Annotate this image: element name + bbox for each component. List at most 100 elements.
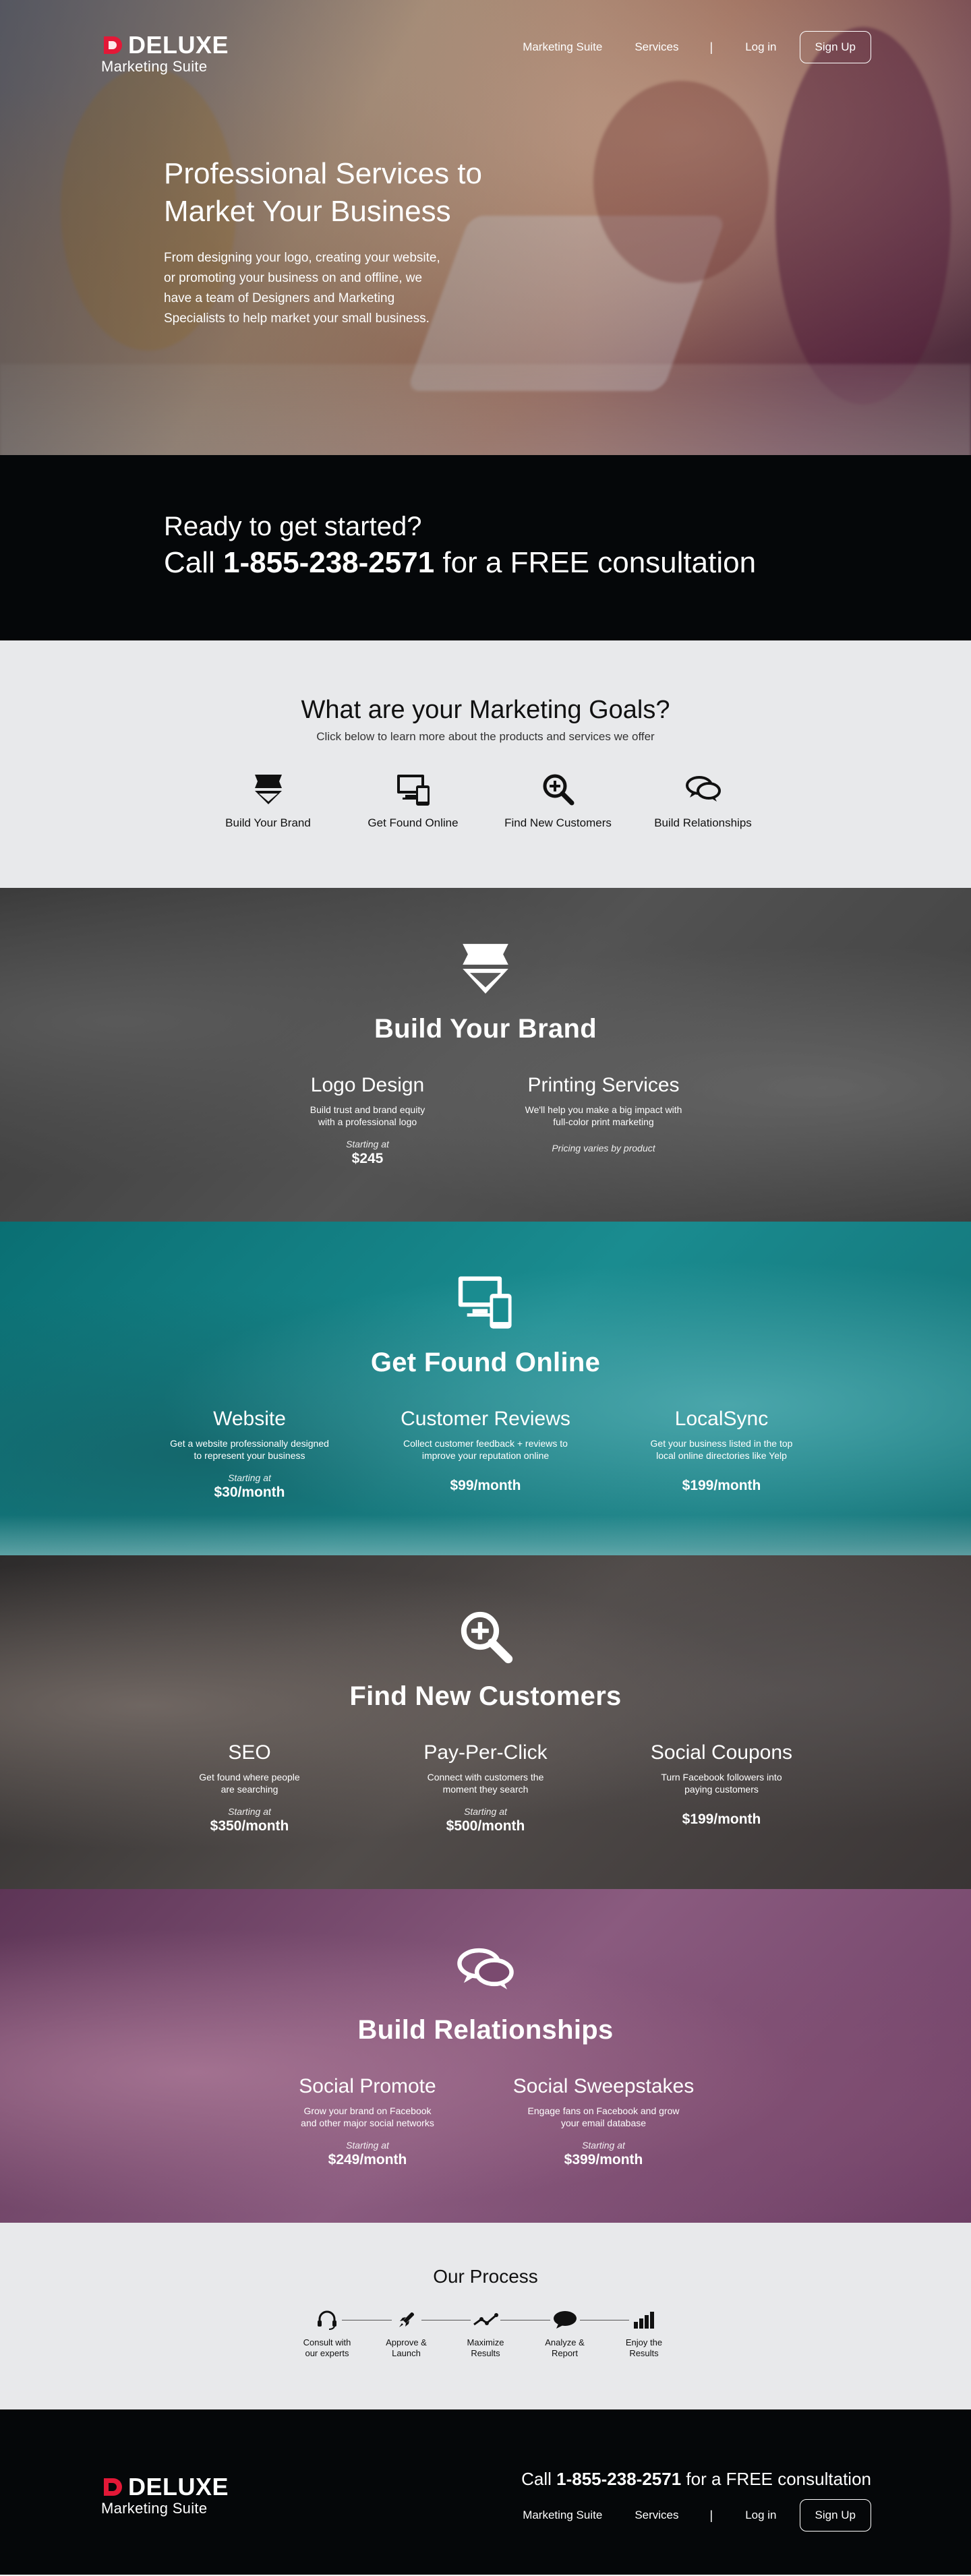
cta-heading: Ready to get started? [164, 512, 422, 541]
footer-nav-separator: | [709, 2508, 713, 2522]
product-list: Website Get a website professionally des… [0, 1408, 971, 1501]
logo-wordmark: DELUXE [128, 2473, 229, 2500]
footer-signup-button[interactable]: Sign Up [799, 2499, 871, 2532]
process-step: Maximize Results [448, 2308, 523, 2368]
product-description: Collect customer feedback + reviews to im… [403, 1438, 568, 1461]
product-name: Pay-Per-Click [423, 1741, 548, 1764]
product-localsync[interactable]: LocalSync Get your business listed in th… [604, 1408, 840, 1501]
footer-phone-link[interactable]: 1-855-238-2571 [556, 2469, 681, 2489]
rocket-icon [391, 2308, 421, 2332]
hero-title-line: Professional Services to [164, 157, 482, 190]
hero-description: From designing your logo, creating your … [164, 251, 440, 326]
process-step: Consult with our experts [290, 2308, 364, 2368]
hero-photo-person [593, 81, 769, 283]
footer: DELUXE Marketing Suite Call 1-855-238-25… [0, 2409, 971, 2575]
cta-phone-link[interactable]: 1-855-238-2571 [223, 546, 434, 579]
step-label: Approve & Launch [386, 2337, 427, 2358]
nav-services-link[interactable]: Services [635, 40, 678, 54]
footer-logo[interactable]: DELUXE Marketing Suite [101, 2473, 229, 2517]
step-label: Enjoy the Results [625, 2337, 663, 2358]
product-customer-reviews[interactable]: Customer Reviews Collect customer feedba… [367, 1408, 604, 1501]
product-name: Social Promote [299, 2075, 436, 2097]
signup-button[interactable]: Sign Up [799, 31, 871, 63]
product-price: $199/month [682, 1478, 761, 1493]
process-title: Our Process [433, 2266, 538, 2287]
goals-list: Build Your Brand Get Found Online Find N… [0, 769, 971, 830]
footer-login-link[interactable]: Log in [745, 2509, 776, 2522]
footer-nav: Marketing Suite Services | Log in Sign U… [521, 2499, 871, 2532]
trend-line-icon [471, 2308, 500, 2332]
process-section: Our Process Consult with our experts Appr… [0, 2223, 971, 2409]
product-description: Grow your brand on Facebook and other maj… [301, 2105, 434, 2128]
logo-subtitle: Marketing Suite [101, 2500, 208, 2517]
goals-subtitle: Click below to learn more about the prod… [316, 730, 655, 743]
top-navigation: DELUXE Marketing Suite Marketing Suite S… [0, 0, 971, 94]
cta-suffix: for a FREE consultation [434, 546, 757, 579]
product-list: Logo Design Build trust and brand equity… [0, 1074, 971, 1167]
nav-login-link[interactable]: Log in [745, 40, 776, 54]
section-title: Build Your Brand [374, 1014, 597, 1044]
nav-separator: | [709, 40, 713, 54]
cta-prefix: Call [164, 546, 224, 579]
goal-label: Build Relationships [654, 816, 752, 829]
product-name: Social Sweepstakes [512, 2075, 695, 2097]
product-printing-services[interactable]: Printing Services We'll help you make a … [486, 1074, 722, 1167]
product-pay-per-click[interactable]: Pay-Per-Click Connect with customers the… [367, 1741, 604, 1834]
pricing-note: Pricing varies by product [552, 1143, 655, 1154]
headset-icon [312, 2308, 342, 2332]
product-social-coupons[interactable]: Social Coupons Turn Facebook followers i… [604, 1741, 840, 1834]
goals-title: What are your Marketing Goals? [301, 696, 670, 724]
logo-subtitle: Marketing Suite [101, 58, 208, 75]
chat-bubbles-icon [683, 769, 724, 810]
product-price: $199/month [682, 1811, 761, 1827]
product-description: Engage fans on Facebook and grow your ema… [527, 2105, 680, 2128]
product-list: SEO Get found where people are searching … [0, 1741, 971, 1834]
brand-section: Build Your Brand Logo Design Build trust… [0, 888, 971, 1222]
goal-label: Get Found Online [367, 816, 459, 829]
starting-at-label: Starting at [582, 2140, 625, 2151]
devices-icon [394, 769, 432, 810]
product-name: Logo Design [310, 1074, 425, 1096]
footer-right: Call 1-855-238-2571 for a FREE consultat… [521, 2469, 871, 2532]
process-steps: Consult with our experts Approve & Launch … [290, 2308, 681, 2368]
product-name: SEO [228, 1741, 271, 1764]
section-title: Build Relationships [357, 2015, 614, 2045]
hero-text: Professional Services to Market Your Bus… [164, 155, 568, 329]
product-name: Printing Services [527, 1074, 680, 1096]
hero-section: DELUXE Marketing Suite Marketing Suite S… [0, 0, 971, 455]
product-social-sweepstakes[interactable]: Social Sweepstakes Engage fans on Facebo… [486, 2075, 722, 2168]
main-nav: Marketing Suite Services | Log in Sign U… [523, 31, 871, 63]
brand-badge-icon [0, 938, 971, 999]
logo[interactable]: DELUXE Marketing Suite [101, 33, 229, 76]
goal-label: Build Your Brand [225, 816, 311, 829]
product-website[interactable]: Website Get a website professionally des… [131, 1408, 367, 1501]
starting-at-label: Starting at [346, 1139, 389, 1149]
devices-icon [0, 1272, 971, 1333]
relationships-section: Build Relationships Social Promote Grow … [0, 1889, 971, 2223]
goal-build-relationships[interactable]: Build Relationships [630, 769, 775, 830]
goal-find-new-customers[interactable]: Find New Customers [486, 769, 630, 830]
product-name: Website [213, 1408, 286, 1430]
product-description: We'll help you make a big impact with ful… [525, 1104, 682, 1127]
goals-section: What are your Marketing Goals? Click bel… [0, 640, 971, 888]
product-price: $249/month [328, 2152, 407, 2167]
process-step: Enjoy the Results [607, 2308, 681, 2368]
step-label: Consult with our experts [303, 2337, 351, 2358]
step-label: Analyze & Report [545, 2337, 585, 2358]
nav-marketing-suite-link[interactable]: Marketing Suite [523, 40, 602, 54]
goal-build-brand[interactable]: Build Your Brand [196, 769, 341, 830]
product-social-promote[interactable]: Social Promote Grow your brand on Facebo… [249, 2075, 486, 2168]
product-logo-design[interactable]: Logo Design Build trust and brand equity… [249, 1074, 486, 1167]
step-label: Maximize Results [467, 2337, 504, 2358]
footer-marketing-suite-link[interactable]: Marketing Suite [523, 2509, 602, 2522]
goal-get-found-online[interactable]: Get Found Online [341, 769, 486, 830]
footer-cta: Call 1-855-238-2571 for a FREE consultat… [521, 2469, 871, 2490]
section-title: Get Found Online [370, 1348, 601, 1377]
footer-services-link[interactable]: Services [635, 2509, 678, 2522]
footer-cta-suffix: for a FREE consultation [681, 2469, 871, 2489]
online-section: Get Found Online Website Get a website p… [0, 1222, 971, 1555]
product-name: LocalSync [674, 1408, 769, 1430]
product-seo[interactable]: SEO Get found where people are searching … [131, 1741, 367, 1834]
product-description: Connect with customers the moment they se… [427, 1772, 544, 1795]
cta-section: Ready to get started? Call 1-855-238-257… [0, 455, 971, 640]
